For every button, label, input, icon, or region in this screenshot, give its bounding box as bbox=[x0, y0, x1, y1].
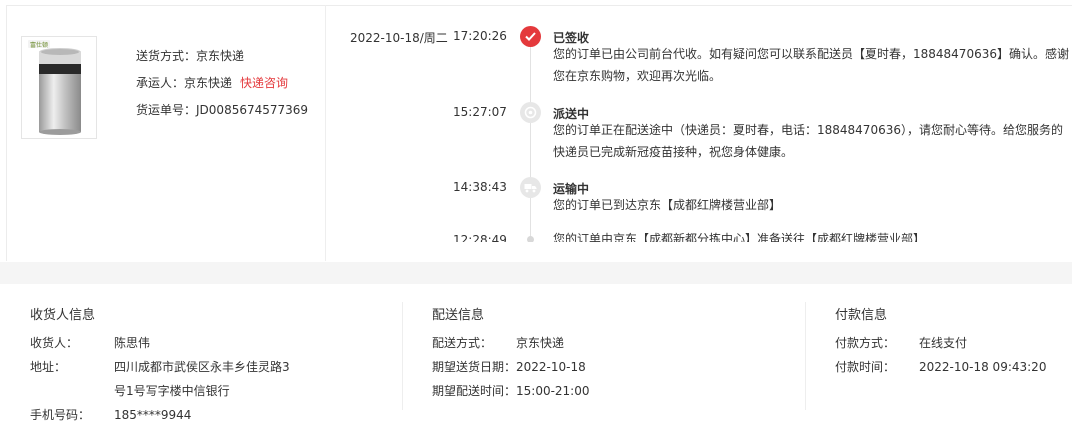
receiver-rows: 收货人： 陈思伟 地址： 四川成都市武侯区永丰乡佳灵路3 号1号写字楼中信银行 … bbox=[30, 331, 400, 426]
tracking-label: 货运单号： bbox=[136, 103, 197, 117]
timeline-time: 12:28:49 bbox=[453, 233, 507, 242]
payment-method-label: 付款方式： bbox=[835, 336, 896, 350]
receiver-name-row: 收货人： 陈思伟 bbox=[30, 331, 400, 355]
delivery-time-label: 期望配送时间： bbox=[432, 384, 517, 398]
carrier-row: 承运人：京东快递 快递咨询 bbox=[136, 75, 308, 102]
delivery-method-row: 配送方式： 京东快递 bbox=[432, 331, 802, 355]
product-thumbnail[interactable]: 富仕顿 bbox=[21, 36, 97, 139]
timeline-time: 14:38:43 bbox=[453, 180, 507, 194]
separator-container-2 bbox=[805, 284, 806, 426]
payment-rows: 付款方式： 在线支付 付款时间： 2022-10-18 09:43:20 bbox=[835, 331, 1065, 379]
receiver-name-value: 陈思伟 bbox=[114, 336, 151, 350]
section-separator bbox=[402, 302, 403, 410]
shipping-method-value: 京东快递 bbox=[196, 49, 245, 63]
courier-icon bbox=[520, 102, 541, 123]
timeline-dot-icon bbox=[527, 236, 534, 242]
receiver-address-line2: 号1号写字楼中信银行 bbox=[114, 384, 230, 398]
receiver-phone-value: 185****9944 bbox=[114, 408, 192, 422]
timeline-description: 您的订单由京东【成都新都分拣中心】准备送往【成都红牌楼营业部】 bbox=[553, 232, 926, 242]
trash-bin-image: 富仕顿 bbox=[22, 37, 96, 138]
payment-time-row: 付款时间： 2022-10-18 09:43:20 bbox=[835, 355, 1065, 379]
timeline-description: 您的订单已到达京东【成都红牌楼营业部】 bbox=[553, 198, 782, 212]
express-consult-link[interactable]: 快递咨询 bbox=[240, 76, 288, 90]
tracking-number: JD0085674577369 bbox=[196, 103, 309, 117]
delivery-info-title: 配送信息 bbox=[432, 308, 485, 323]
delivery-time-value: 15:00-21:00 bbox=[516, 384, 590, 398]
receiver-address-label: 地址： bbox=[30, 360, 67, 374]
timeline-line bbox=[530, 37, 531, 242]
carrier-value: 京东快递 bbox=[184, 76, 233, 90]
delivery-method-value: 京东快递 bbox=[516, 336, 565, 350]
receiver-info-section: 收货人信息 收货人： 陈思伟 地址： 四川成都市武侯区永丰乡佳灵路3 号1号写字… bbox=[30, 284, 400, 426]
shipping-summary: 送货方式：京东快递 承运人：京东快递 快递咨询 货运单号：JD0085674577… bbox=[136, 48, 308, 129]
delivery-method-label: 配送方式： bbox=[432, 336, 493, 350]
receiver-name-label: 收货人： bbox=[30, 336, 79, 350]
timeline-description: 您的订单已由公司前台代收。如有疑问您可以联系配送员【夏时春，1884847063… bbox=[553, 47, 1069, 83]
delivery-date-label: 期望送货日期： bbox=[432, 360, 517, 374]
timeline-description: 您的订单正在配送途中（快递员：夏时春，电话：18848470636），请您耐心等… bbox=[553, 123, 1063, 159]
delivery-date-row: 期望送货日期： 2022-10-18 bbox=[432, 355, 802, 379]
section-separator bbox=[805, 302, 806, 410]
receiver-address-row-2: 号1号写字楼中信银行 bbox=[30, 379, 400, 403]
logistics-panel: 富仕顿 送货方式：京东快递 承运人：京东快递 快递咨询 货运单号：JD00856… bbox=[0, 0, 1072, 262]
check-icon bbox=[520, 26, 541, 47]
delivery-date-value: 2022-10-18 bbox=[516, 360, 586, 374]
receiver-info-title: 收货人信息 bbox=[30, 308, 96, 323]
carrier-label: 承运人： bbox=[136, 76, 185, 90]
payment-method-row: 付款方式： 在线支付 bbox=[835, 331, 1065, 355]
timeline-date: 2022-10-18/周二 bbox=[350, 31, 448, 45]
delivery-info-section: 配送信息 配送方式： 京东快递 期望送货日期： 2022-10-18 期望配送时… bbox=[432, 284, 802, 426]
shipping-method-label: 送货方式： bbox=[136, 49, 197, 63]
timeline-time: 17:20:26 bbox=[453, 29, 507, 43]
tracking-row: 货运单号：JD0085674577369 bbox=[136, 102, 308, 129]
receiver-address-row: 地址： 四川成都市武侯区永丰乡佳灵路3 bbox=[30, 355, 400, 379]
delivery-rows: 配送方式： 京东快递 期望送货日期： 2022-10-18 期望配送时间： 15… bbox=[432, 331, 802, 403]
shipping-method-row: 送货方式：京东快递 bbox=[136, 48, 308, 75]
delivery-time-row: 期望配送时间： 15:00-21:00 bbox=[432, 379, 802, 403]
section-gap bbox=[0, 262, 1072, 284]
truck-icon bbox=[520, 177, 541, 198]
receiver-phone-label: 手机号码： bbox=[30, 408, 91, 422]
separator-container-1 bbox=[402, 284, 403, 426]
payment-info-section: 付款信息 付款方式： 在线支付 付款时间： 2022-10-18 09:43:2… bbox=[835, 284, 1065, 426]
receiver-address-line1: 四川成都市武侯区永丰乡佳灵路3 bbox=[114, 360, 290, 374]
timeline-time: 15:27:07 bbox=[453, 105, 507, 119]
payment-method-value: 在线支付 bbox=[919, 336, 968, 350]
receiver-phone-row: 手机号码： 185****9944 bbox=[30, 403, 400, 426]
brand-mark: 富仕顿 bbox=[30, 41, 48, 49]
payment-time-value: 2022-10-18 09:43:20 bbox=[919, 360, 1047, 374]
payment-time-label: 付款时间： bbox=[835, 360, 896, 374]
payment-info-title: 付款信息 bbox=[835, 308, 888, 323]
logistics-timeline[interactable]: 2022-10-18/周二 17:20:26 已签收 您的订单已由公司前台代收。… bbox=[326, 5, 1072, 242]
